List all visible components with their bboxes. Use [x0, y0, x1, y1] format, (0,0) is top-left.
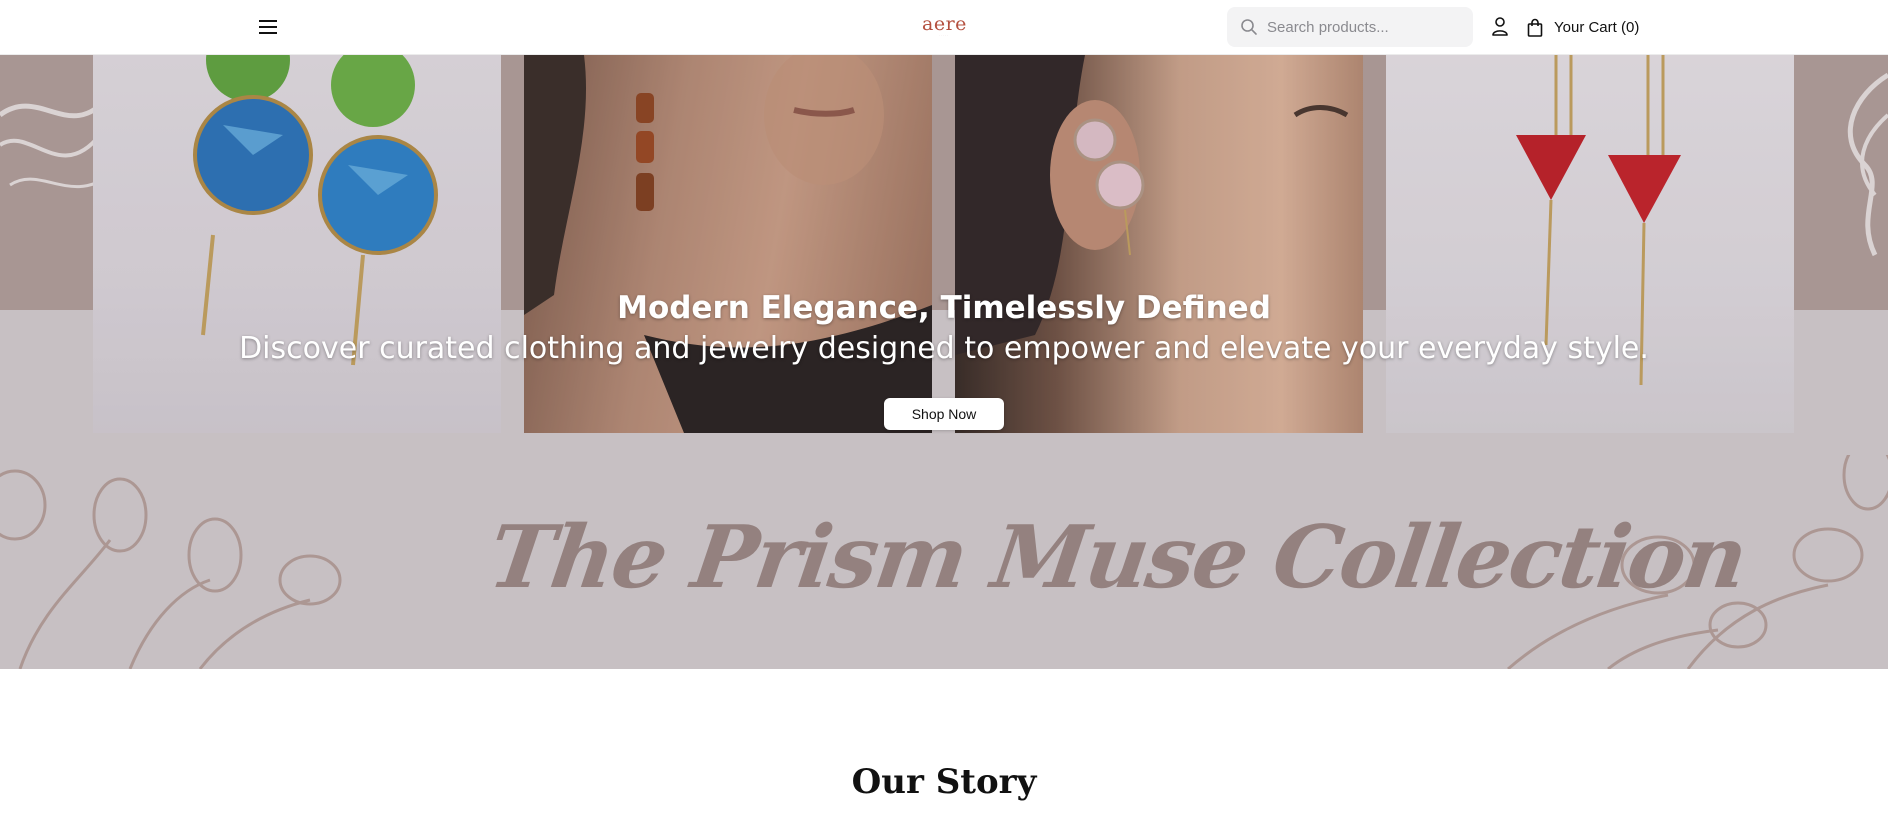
hamburger-menu-icon[interactable] [256, 15, 280, 39]
hero-subtitle: Discover curated clothing and jewelry de… [239, 331, 1649, 366]
our-story-heading: Our Story [851, 762, 1037, 802]
hero-banner: The Prism Muse Collection Modern Eleganc… [0, 55, 1888, 669]
shop-now-button[interactable]: Shop Now [884, 398, 1004, 430]
cart-button[interactable]: Your Cart (0) [1527, 15, 1639, 39]
search-icon [1241, 19, 1257, 35]
shopping-bag-icon [1527, 18, 1543, 37]
brand-logo[interactable]: aere ····· [922, 14, 966, 40]
brand-logo-text: aere [922, 13, 967, 35]
site-header: aere ····· Your Cart (0) [0, 0, 1888, 55]
hero-title: Modern Elegance, Timelessly Defined [617, 290, 1271, 326]
search-input[interactable] [1267, 7, 1467, 47]
user-icon[interactable] [1491, 16, 1509, 36]
search-box[interactable] [1227, 7, 1473, 47]
cart-label: Your Cart (0) [1554, 18, 1640, 36]
